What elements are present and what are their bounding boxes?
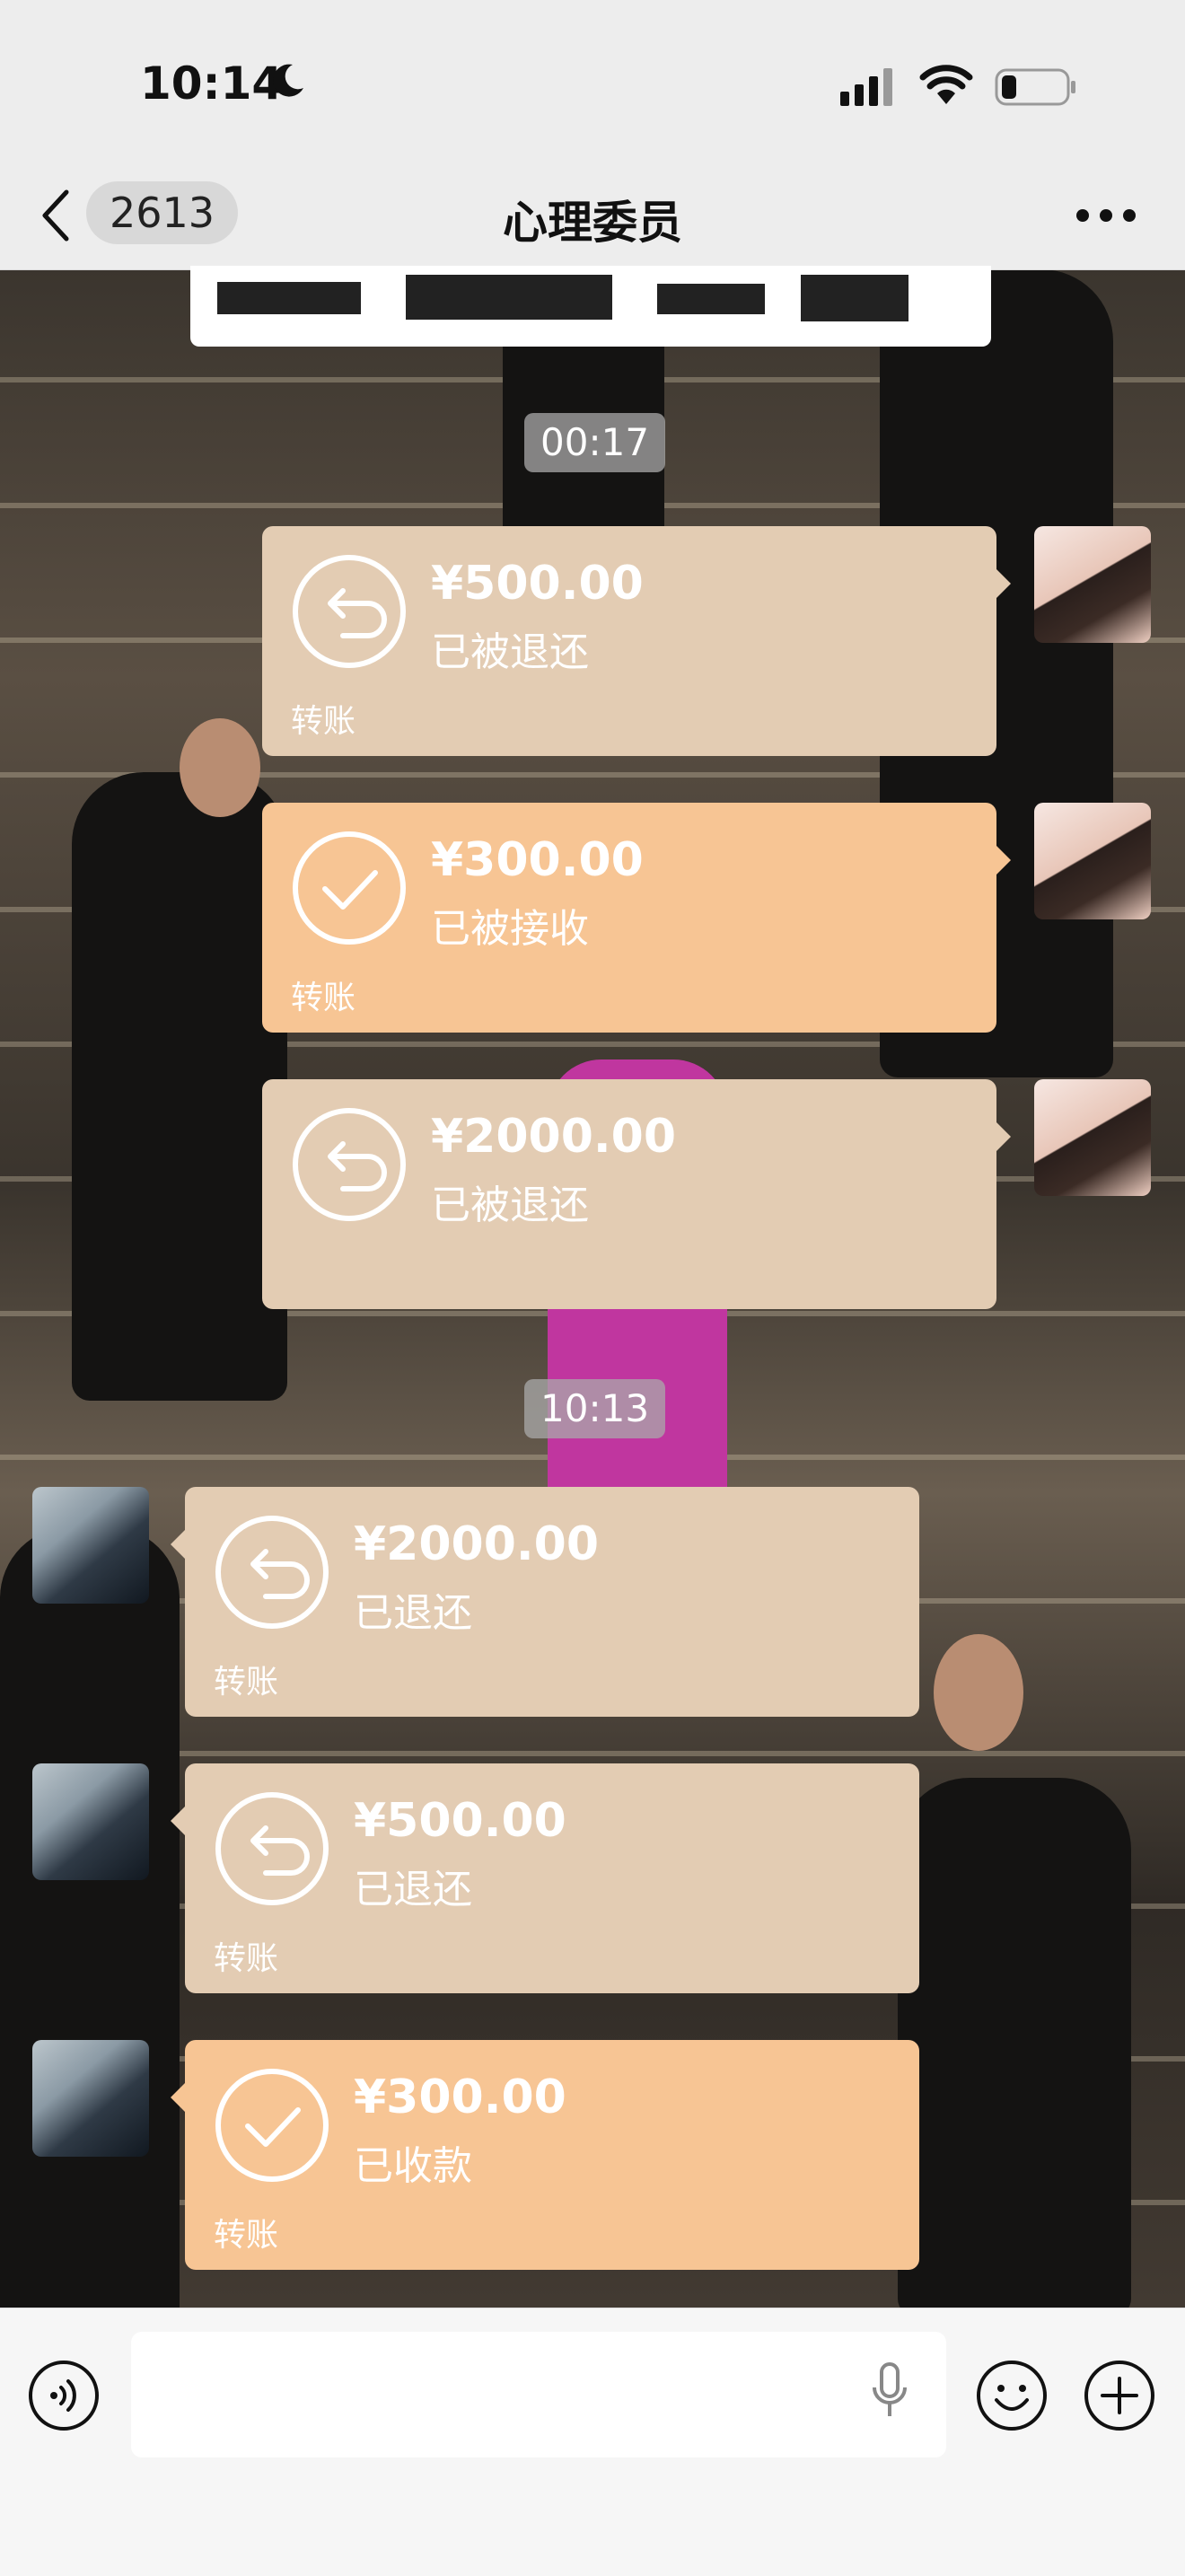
moon-icon — [273, 64, 303, 97]
transfer-bubble[interactable]: ¥2000.00 已退还 转账 — [171, 1487, 919, 1717]
transfer-bubble[interactable]: ¥500.00 已退还 转账 — [171, 1763, 919, 1993]
transfer-amount: ¥2000.00 — [431, 1110, 677, 1164]
transfer-label: 转账 — [291, 980, 356, 1016]
avatar[interactable] — [1034, 803, 1151, 919]
return-arrow-icon — [293, 555, 406, 668]
cellular-signal-icon — [840, 68, 892, 106]
voice-mode-icon[interactable] — [27, 2359, 101, 2432]
avatar[interactable] — [32, 1487, 149, 1604]
message-timestamp: 00:17 — [524, 413, 666, 472]
transfer-amount: ¥2000.00 — [354, 1517, 600, 1571]
transfer-amount: ¥500.00 — [354, 1794, 566, 1848]
avatar[interactable] — [32, 1763, 149, 1880]
status-time: 10:14 — [140, 57, 284, 110]
transfer-label: 转账 — [214, 1940, 279, 1977]
transfer-bubble[interactable]: ¥500.00 已被退还 转账 — [262, 526, 1011, 756]
transfer-status: 已收款 — [354, 2143, 472, 2189]
redacted-message-bubble — [190, 266, 991, 347]
return-arrow-icon — [215, 1516, 329, 1629]
message-text-field[interactable] — [131, 2332, 946, 2457]
transfer-status: 已被接收 — [431, 906, 589, 952]
transfer-amount: ¥300.00 — [354, 2070, 566, 2124]
transfer-label: 转账 — [291, 703, 356, 740]
battery-icon — [995, 68, 1075, 106]
more-options-icon[interactable] — [1074, 207, 1138, 224]
message-input-bar — [0, 2308, 1185, 2576]
avatar[interactable] — [1034, 526, 1151, 643]
status-bar: 10:14 — [0, 0, 1185, 162]
message-timestamp: 10:13 — [524, 1379, 666, 1438]
transfer-status: 已退还 — [354, 1590, 472, 1636]
avatar[interactable] — [32, 2040, 149, 2157]
wifi-icon — [919, 65, 973, 104]
transfer-amount: ¥300.00 — [431, 833, 644, 887]
emoji-icon[interactable] — [975, 2359, 1049, 2432]
return-arrow-icon — [215, 1792, 329, 1905]
transfer-status: 已被退还 — [431, 1182, 589, 1228]
chat-title: 心理委员 — [503, 197, 682, 249]
return-arrow-icon — [293, 1108, 406, 1221]
transfer-amount: ¥500.00 — [431, 557, 644, 611]
transfer-status: 已被退还 — [431, 629, 589, 675]
checkmark-icon — [293, 831, 406, 945]
transfer-bubble[interactable]: ¥300.00 已收款 转账 — [171, 2040, 919, 2270]
chat-header: 2613 心理委员 — [0, 162, 1185, 270]
transfer-label: 转账 — [214, 2217, 279, 2254]
transfer-bubble[interactable]: ¥300.00 已被接收 转账 — [262, 803, 1011, 1033]
transfer-status: 已退还 — [354, 1867, 472, 1912]
message-list[interactable]: 00:17 ¥500.00 已被退还 转账 ¥300.00 已被接收 转账 ¥2… — [0, 266, 1185, 2308]
checkmark-icon — [215, 2069, 329, 2182]
plus-icon[interactable] — [1083, 2359, 1156, 2432]
avatar[interactable] — [1034, 1079, 1151, 1196]
transfer-label: 转账 — [214, 1664, 279, 1701]
microphone-icon[interactable] — [869, 2361, 910, 2423]
transfer-bubble[interactable]: ¥2000.00 已被退还 — [262, 1079, 1011, 1309]
